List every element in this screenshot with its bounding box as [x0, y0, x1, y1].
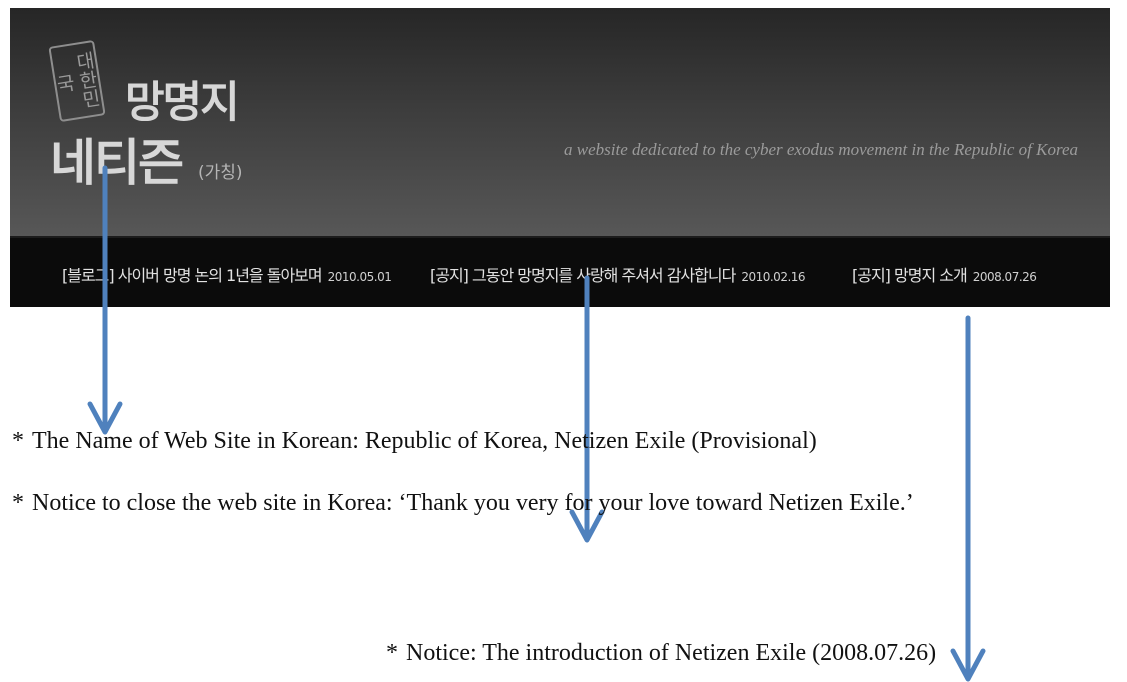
caption-text: Notice to close the web site in Korea: ‘… [32, 490, 914, 516]
caption-close-notice: * Notice to close the web site in Korea: … [12, 486, 1112, 521]
annotation-arrows [87, 165, 986, 682]
caption-bullet: * [386, 640, 398, 666]
caption-site-name: * The Name of Web Site in Korean: Republi… [12, 424, 1112, 459]
caption-intro-notice: * Notice: The introduction of Netizen Exi… [386, 636, 1086, 671]
caption-bullet: * [12, 428, 24, 454]
caption-text: The Name of Web Site in Korean: Republic… [32, 428, 817, 454]
caption-text: Notice: The introduction of Netizen Exil… [406, 640, 937, 666]
caption-bullet: * [12, 490, 24, 516]
